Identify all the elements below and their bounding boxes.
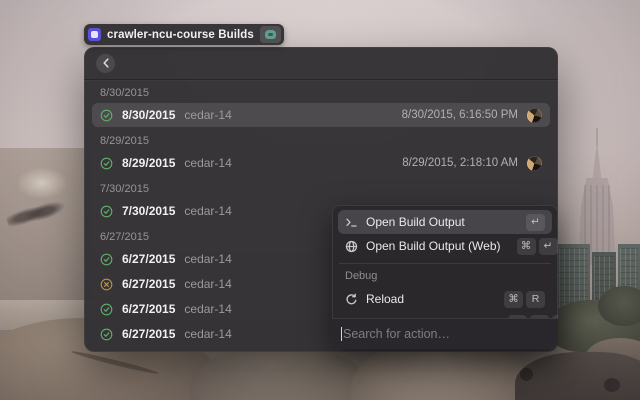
terminal-icon [345, 216, 358, 229]
shortcut-keys: ↵ [526, 213, 545, 231]
action-section-header: Debug [345, 270, 378, 282]
command-tag[interactable]: crawler-ncu-course Builds [84, 24, 284, 45]
committer-avatar [527, 155, 542, 171]
command-tag-label: crawler-ncu-course Builds [107, 28, 254, 41]
action-label: Open Build Output (Web) [366, 239, 501, 253]
build-stack: cedar-14 [184, 252, 232, 266]
build-stack: cedar-14 [184, 108, 232, 122]
shortcut-keys: ⌘ R [504, 290, 545, 308]
globe-icon [345, 240, 358, 253]
build-date: 8/30/2015 [122, 108, 176, 122]
key-badge: R [526, 290, 545, 308]
build-stack: cedar-14 [184, 302, 232, 316]
screen: crawler-ncu-course Builds 8/30/2015 8/30… [0, 0, 640, 400]
text-caret [341, 327, 342, 341]
build-timestamp: 8/29/2015, 2:18:10 AM [402, 157, 518, 169]
build-date: 6/27/2015 [122, 327, 176, 341]
build-success-icon [100, 205, 113, 218]
action-search-input[interactable] [343, 327, 549, 341]
actions-search [332, 318, 558, 349]
action-item[interactable]: Reload ⌘ R [338, 287, 552, 311]
action-item[interactable]: Open Build Output ↵ [338, 210, 552, 234]
build-date: 7/30/2015 [122, 204, 176, 218]
action-item[interactable]: Open Build Output (Web) ⌘ ↵ [338, 234, 558, 258]
divider [339, 263, 551, 264]
build-date: 6/27/2015 [122, 277, 176, 291]
build-date: 6/27/2015 [122, 252, 176, 266]
build-success-icon [100, 328, 113, 341]
extension-chip [259, 26, 281, 43]
panel-header [84, 47, 558, 80]
build-success-icon [100, 109, 113, 122]
action-label: Open Build Output [366, 215, 465, 229]
build-date: 6/27/2015 [122, 302, 176, 316]
actions-list: Open Build Output ↵ Open Build Output (W… [332, 205, 558, 318]
build-failed-icon [100, 278, 113, 291]
action-item[interactable]: Open Support Directory ⌘⇧S [338, 311, 558, 318]
action-label: Reload [366, 292, 405, 306]
build-date-section: 8/29/2015 8/29/2015 cedar-14 8/29/2015, … [92, 128, 550, 175]
chevron-left-icon [102, 58, 110, 68]
heroku-app-icon [88, 28, 101, 41]
build-date-section: 8/30/2015 8/30/2015 cedar-14 8/30/2015, … [92, 80, 550, 127]
build-stack: cedar-14 [184, 156, 232, 170]
key-badge: ↵ [538, 237, 558, 255]
back-button[interactable] [96, 53, 115, 73]
build-row[interactable]: 8/30/2015 cedar-14 8/30/2015, 6:16:50 PM [92, 103, 550, 127]
build-stack: cedar-14 [184, 327, 232, 341]
section-header: 8/30/2015 [100, 87, 149, 99]
reload-icon [345, 293, 358, 306]
build-success-icon [100, 253, 113, 266]
build-success-icon [100, 157, 113, 170]
actions-popup: Open Build Output ↵ Open Build Output (W… [332, 205, 558, 349]
section-header: 7/30/2015 [100, 183, 149, 195]
shortcut-keys: ⌘ ↵ [516, 237, 558, 255]
section-header: 8/29/2015 [100, 135, 149, 147]
build-timestamp: 8/30/2015, 6:16:50 PM [401, 109, 518, 121]
build-stack: cedar-14 [184, 277, 232, 291]
build-success-icon [100, 303, 113, 316]
build-row[interactable]: 8/29/2015 cedar-14 8/29/2015, 2:18:10 AM [92, 151, 550, 175]
build-date: 8/29/2015 [122, 156, 176, 170]
build-stack: cedar-14 [184, 204, 232, 218]
key-badge: ↵ [526, 213, 545, 231]
committer-avatar [527, 107, 542, 123]
extension-icon [264, 30, 276, 39]
key-badge: ⌘ [516, 237, 536, 255]
key-badge: ⌘ [504, 290, 523, 308]
